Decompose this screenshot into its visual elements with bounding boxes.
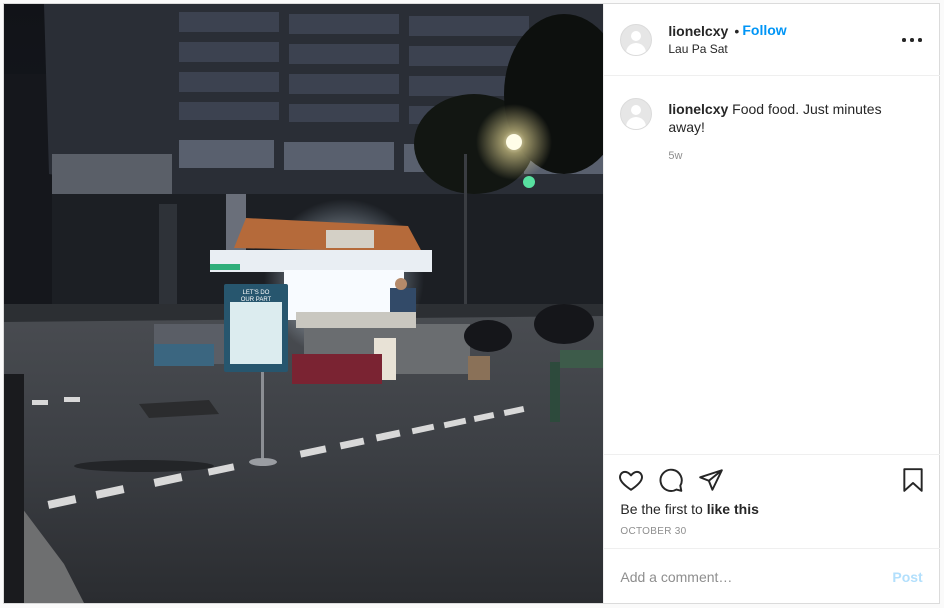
location-link[interactable]: Lau Pa Sat [668, 42, 727, 56]
post-panel: lionelcxy • Follow Lau Pa Sat lionelcxy … [603, 4, 941, 603]
separator-dot: • [734, 23, 740, 39]
bookmark-icon[interactable] [900, 467, 926, 493]
avatar-body-shape [626, 117, 647, 129]
caption-avatar[interactable] [620, 98, 653, 130]
author-avatar[interactable] [620, 24, 653, 56]
sign-line-2: OUR PART [241, 297, 272, 303]
avatar-body-shape [626, 43, 647, 55]
caption-timestamp[interactable]: 5w [668, 150, 682, 162]
post-photo-scene: LET'S DO OUR PART [4, 4, 604, 603]
likes-summary: Be the first to like this [620, 501, 759, 517]
sign-line-1: LET'S DO [243, 290, 270, 296]
comment-input[interactable] [620, 563, 881, 591]
author-username[interactable]: lionelcxy [668, 23, 728, 39]
follow-button[interactable]: Follow [742, 22, 786, 38]
caption-text: lionelcxy Food food. Just minutes away! [668, 100, 918, 136]
avatar-head-shape [631, 31, 642, 41]
post-comment-button[interactable]: Post [892, 569, 922, 585]
post-dialog: LET'S DO OUR PART lionelcxy • Follow Lau… [3, 3, 941, 604]
more-options-icon[interactable] [900, 30, 924, 50]
post-date[interactable]: OCTOBER 30 [620, 526, 686, 537]
comment-form: Post [604, 548, 941, 603]
like-this-link[interactable]: like this [707, 501, 759, 517]
post-photo[interactable]: LET'S DO OUR PART [4, 4, 604, 603]
heart-icon[interactable] [618, 467, 644, 493]
share-icon[interactable] [698, 467, 724, 493]
caption-username[interactable]: lionelcxy [668, 101, 728, 117]
comment-icon[interactable] [658, 467, 684, 493]
post-header: lionelcxy • Follow Lau Pa Sat [604, 4, 941, 76]
likes-prefix: Be the first to [620, 501, 707, 517]
avatar-head-shape [631, 105, 642, 115]
